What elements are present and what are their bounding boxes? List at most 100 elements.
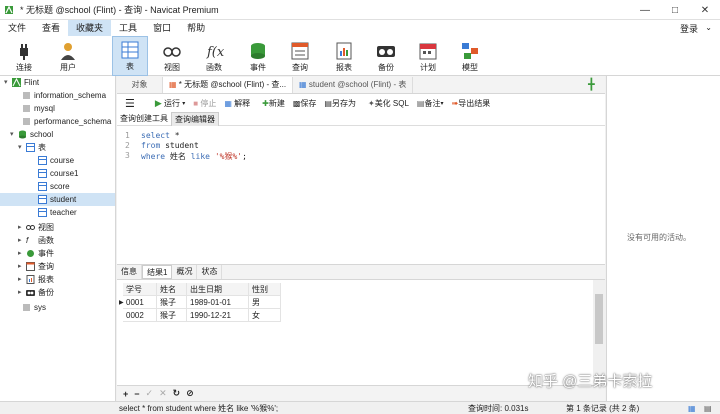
chevron-right-icon[interactable]: ▸ bbox=[18, 234, 26, 247]
discard-icon[interactable]: ✕ bbox=[159, 388, 167, 399]
menu-view[interactable]: 查看 bbox=[34, 20, 68, 36]
add-record-icon[interactable]: + bbox=[123, 389, 128, 399]
tree-db-school[interactable]: ▾ school bbox=[10, 128, 53, 141]
tree-db-sys[interactable]: sys bbox=[22, 301, 46, 314]
close-button[interactable]: ✕ bbox=[690, 0, 720, 20]
maximize-button[interactable]: □ bbox=[660, 0, 690, 20]
chevron-down-icon[interactable]: ▾ bbox=[18, 141, 26, 154]
toolbar-query[interactable]: 查询 bbox=[282, 36, 318, 76]
chevron-right-icon[interactable]: ▸ bbox=[18, 247, 26, 260]
minimize-button[interactable]: — bbox=[630, 0, 660, 20]
chevron-down-icon[interactable]: ▾ bbox=[10, 128, 18, 141]
menu-window[interactable]: 窗口 bbox=[145, 20, 179, 36]
toolbar-user[interactable]: 用户 bbox=[50, 36, 86, 76]
menu-tools[interactable]: 工具 bbox=[111, 20, 145, 36]
table-icon bbox=[38, 195, 47, 204]
explain-button[interactable]: ▦ 解释 bbox=[224, 98, 250, 109]
grid-view-icon[interactable]: ▦ bbox=[688, 402, 696, 414]
code-line: from student bbox=[141, 141, 199, 150]
table-cell[interactable]: 男 bbox=[249, 296, 281, 309]
chevron-right-icon[interactable]: ▸ bbox=[18, 273, 26, 286]
query-icon: ▦ bbox=[169, 80, 177, 89]
table-cell[interactable]: 猴子 bbox=[157, 309, 187, 322]
tree-connection-flint[interactable]: ▾ Flint bbox=[4, 76, 39, 89]
column-header[interactable]: 学号 bbox=[123, 283, 157, 296]
menu-file[interactable]: 文件 bbox=[0, 20, 34, 36]
menu-help[interactable]: 帮助 bbox=[179, 20, 213, 36]
chevron-right-icon[interactable]: ▸ bbox=[18, 221, 26, 234]
chevron-right-icon[interactable]: ▸ bbox=[18, 260, 26, 273]
tree-functions-folder[interactable]: ▸ f 函数 bbox=[18, 234, 54, 247]
scrollbar-thumb[interactable] bbox=[595, 294, 603, 344]
toolbar-backup[interactable]: 备份 bbox=[368, 36, 404, 76]
table-cell[interactable]: 1990-12-21 bbox=[187, 309, 249, 322]
table-cell[interactable]: 女 bbox=[249, 309, 281, 322]
menu-favorites[interactable]: 收藏夹 bbox=[68, 20, 112, 36]
line-number: 3 bbox=[125, 151, 130, 160]
tree-events-folder[interactable]: ▸ 事件 bbox=[18, 247, 54, 260]
column-header[interactable]: 性别 bbox=[249, 283, 281, 296]
tab-profile[interactable]: 概况 bbox=[172, 265, 198, 279]
beautify-sql-button[interactable]: ✦ 美化 SQL bbox=[368, 98, 409, 109]
empty-activity-text: 没有可用的活动。 bbox=[627, 233, 691, 242]
table-icon bbox=[38, 169, 47, 178]
tree-views-folder[interactable]: ▸ 视图 bbox=[18, 221, 54, 234]
stop-icon[interactable]: ⊘ bbox=[186, 388, 194, 399]
chevron-right-icon[interactable]: ▸ bbox=[18, 286, 26, 299]
sql-editor[interactable]: 1 2 3 select * from student where 姓名 lik… bbox=[117, 126, 605, 264]
tree-queries-folder[interactable]: ▸ 查询 bbox=[18, 260, 54, 273]
tab-student-table[interactable]: ▦ student @school (Flint) - 表 bbox=[293, 77, 414, 93]
toolbar-schedule[interactable]: 计划 bbox=[410, 36, 446, 76]
new-tab-icon[interactable]: ╋ bbox=[588, 78, 595, 91]
form-view-icon[interactable]: ▤ bbox=[704, 402, 712, 414]
save-button[interactable]: ▩ 保存 bbox=[293, 98, 317, 109]
apply-icon[interactable]: ✓ bbox=[146, 388, 154, 399]
table-cell[interactable]: 1989-01-01 bbox=[187, 296, 249, 309]
tree-backups-folder[interactable]: ▸ 备份 bbox=[18, 286, 54, 299]
toolbar-report[interactable]: 报表 bbox=[326, 36, 362, 76]
code-line: where 姓名 like '%猴%'; bbox=[141, 152, 247, 161]
tab-objects[interactable]: 对象 bbox=[117, 77, 163, 93]
table-cell[interactable]: 0001 bbox=[123, 296, 157, 309]
tab-status[interactable]: 状态 bbox=[197, 265, 223, 279]
tab-query-editor[interactable]: 查询编辑器 bbox=[171, 111, 219, 126]
tab-query-builder[interactable]: 查询创建工具 bbox=[117, 112, 171, 126]
tree-table-teacher[interactable]: teacher bbox=[38, 206, 77, 219]
event-icon bbox=[27, 250, 34, 257]
tree-table-course1[interactable]: course1 bbox=[38, 167, 78, 180]
toolbar-view[interactable]: 视图 bbox=[154, 36, 190, 76]
tree-table-student[interactable]: student bbox=[0, 193, 115, 206]
toolbar-function[interactable]: f(x) 函数 bbox=[196, 36, 232, 76]
refresh-icon[interactable]: ↻ bbox=[173, 388, 181, 399]
tree-table-score[interactable]: score bbox=[38, 180, 70, 193]
hamburger-menu-icon[interactable]: ☰ bbox=[125, 97, 135, 110]
tree-db-performance-schema[interactable]: performance_schema bbox=[22, 115, 111, 128]
tree-db-information-schema[interactable]: information_schema bbox=[22, 89, 106, 102]
new-query-button[interactable]: ✚ 新建 bbox=[262, 98, 285, 109]
toolbar-table[interactable]: 表 bbox=[112, 36, 148, 76]
toolbar-event[interactable]: 事件 bbox=[240, 36, 276, 76]
chevron-down-icon[interactable]: ⌄ bbox=[705, 23, 712, 32]
export-results-button[interactable]: ➠ 导出结果 bbox=[452, 98, 491, 109]
tree-db-mysql[interactable]: mysql bbox=[22, 102, 55, 115]
tab-result1[interactable]: 结果1 bbox=[142, 265, 173, 279]
stop-button[interactable]: ■ 停止 bbox=[193, 98, 216, 109]
tree-table-course[interactable]: course bbox=[38, 154, 74, 167]
column-header[interactable]: 姓名 bbox=[157, 283, 187, 296]
run-button[interactable]: ▶ 运行 ▾ bbox=[155, 98, 185, 109]
tab-untitled-query[interactable]: ▦ * 无标题 @school (Flint) - 查... bbox=[163, 77, 294, 93]
toolbar-connect[interactable]: 连接 bbox=[6, 36, 42, 76]
column-header[interactable]: 出生日期 bbox=[187, 283, 249, 296]
tab-info[interactable]: 信息 bbox=[117, 265, 142, 279]
toolbar-model[interactable]: 模型 bbox=[452, 36, 488, 76]
delete-record-icon[interactable]: − bbox=[134, 389, 139, 399]
tree-tables-folder[interactable]: ▾ 表 bbox=[18, 141, 46, 154]
tree-reports-folder[interactable]: ▸ 报表 bbox=[18, 273, 54, 286]
save-as-button[interactable]: ▤ 另存为 bbox=[324, 98, 356, 109]
login-link[interactable]: 登录 bbox=[680, 22, 698, 35]
table-icon bbox=[26, 143, 35, 152]
table-cell[interactable]: 0002 bbox=[123, 309, 157, 322]
table-cell[interactable]: 猴子 bbox=[157, 296, 187, 309]
chevron-down-icon[interactable]: ▾ bbox=[4, 76, 12, 89]
note-button[interactable]: ▤ 备注 ▾ bbox=[417, 98, 444, 109]
